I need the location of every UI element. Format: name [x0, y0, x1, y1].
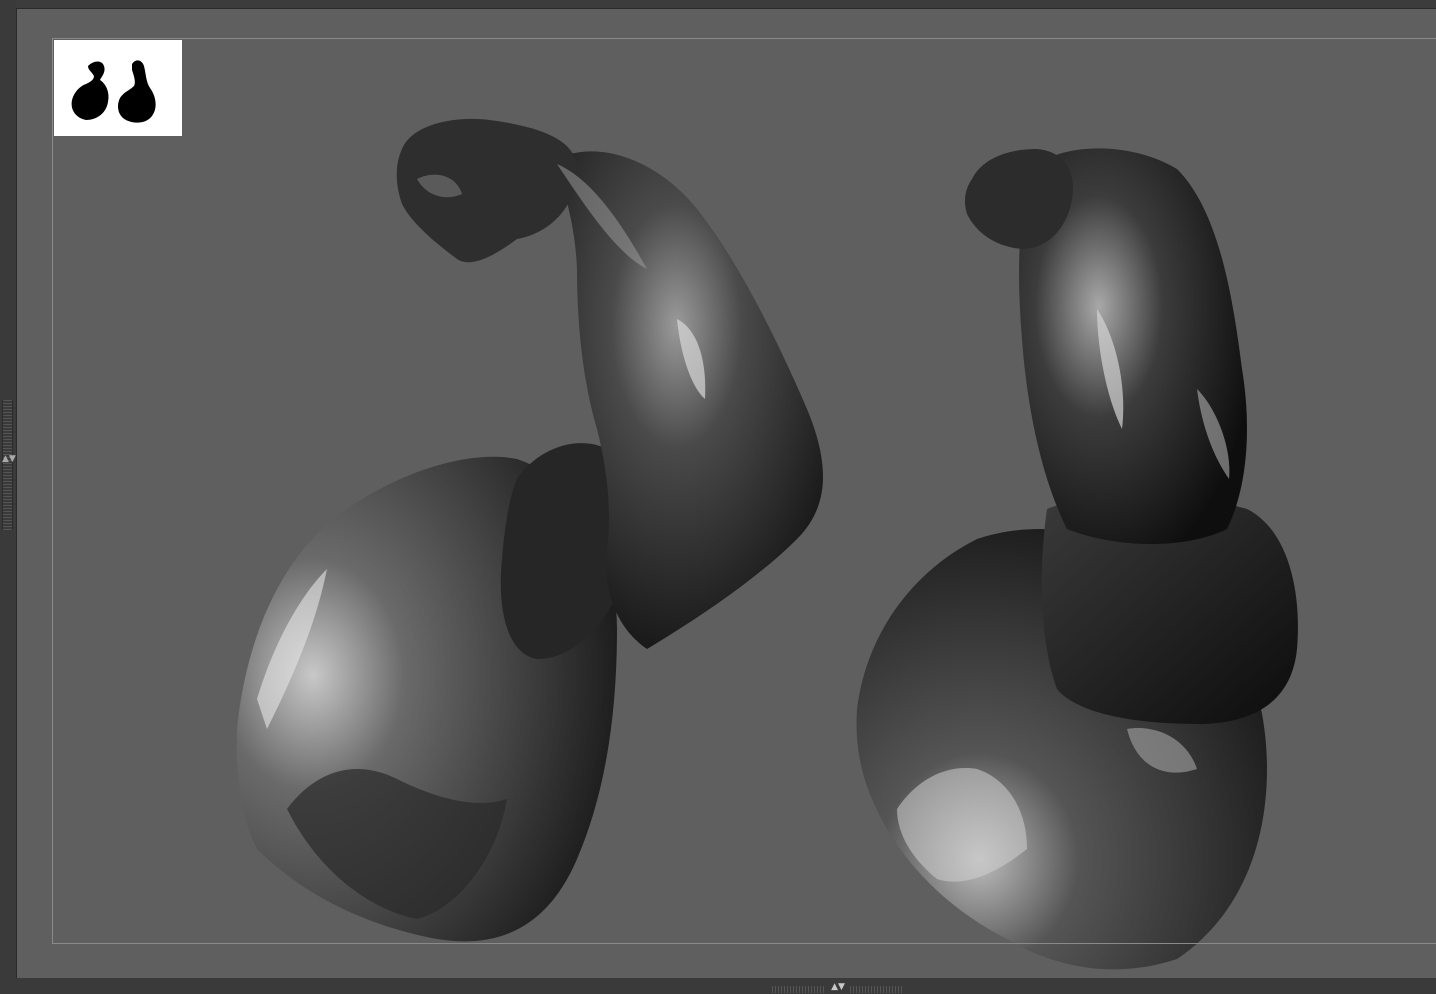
bottom-tray-bar: ▲▼ — [0, 978, 1436, 994]
tray-expand-arrow-icon[interactable]: ▲▼ — [826, 981, 850, 993]
left-arm-model — [236, 118, 824, 942]
document-viewport[interactable] — [16, 8, 1436, 979]
left-tray-gutter: ▲▼ — [0, 0, 16, 994]
sculpt-canvas[interactable] — [17, 9, 1436, 979]
arm-silhouettes-icon — [71, 60, 156, 123]
right-arm-model — [856, 148, 1298, 970]
sculpt-application: ▲▼ ▲▼ — [0, 0, 1436, 994]
left-fist — [396, 118, 577, 263]
navigation-thumbnail[interactable] — [54, 40, 182, 136]
tray-expand-arrow-icon[interactable]: ▲▼ — [2, 455, 16, 473]
